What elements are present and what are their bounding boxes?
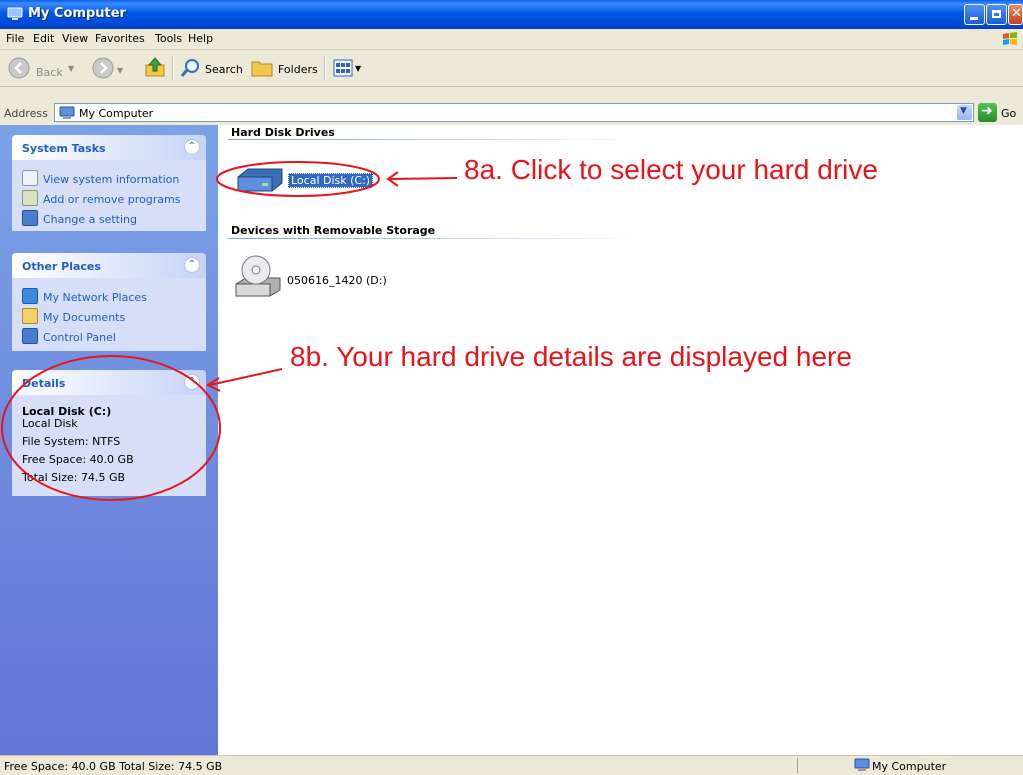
back-button[interactable]: Back ▼: [6, 54, 76, 82]
change-setting-link[interactable]: Change a setting: [22, 210, 137, 226]
network-places-icon: [22, 288, 38, 304]
collapse-icon[interactable]: ⌃: [184, 139, 200, 155]
other-places-title: Other Places: [22, 260, 101, 273]
link-label: Add or remove programs: [43, 193, 181, 206]
link-label: My Network Places: [43, 291, 147, 304]
details-type: Local Disk: [22, 417, 78, 430]
link-label: View system information: [43, 173, 180, 186]
other-places-header[interactable]: Other Places ⌃: [12, 253, 206, 278]
up-folder-button[interactable]: [143, 55, 167, 79]
search-icon: [180, 59, 199, 77]
status-bar: Free Space: 40.0 GB Total Size: 74.5 GB …: [0, 755, 1023, 775]
menu-file[interactable]: File: [6, 32, 24, 45]
task-pane: System Tasks ⌃ View system information A…: [0, 125, 218, 755]
system-tasks-header[interactable]: System Tasks ⌃: [12, 135, 206, 160]
system-tasks-title: System Tasks: [22, 142, 106, 155]
my-documents-link[interactable]: My Documents: [22, 308, 125, 324]
collapse-icon[interactable]: ⌃: [184, 374, 200, 390]
my-computer-icon: [854, 758, 870, 771]
link-label: Change a setting: [43, 213, 137, 226]
close-button[interactable]: ✕: [1008, 4, 1023, 25]
windows-logo-icon: [1003, 32, 1017, 45]
section-divider: [228, 139, 648, 140]
content-area: Hard Disk Drives Local Disk (C:) Devices…: [218, 125, 1023, 755]
status-divider: [797, 758, 798, 773]
section-divider: [228, 238, 648, 239]
address-label: Address: [4, 107, 48, 120]
hard-disk-drives-header: Hard Disk Drives: [231, 126, 335, 139]
go-button[interactable]: ➜: [978, 103, 997, 122]
cd-drive-icon: [235, 255, 281, 297]
go-arrow-icon: ➜: [981, 103, 993, 119]
back-label: Back: [36, 66, 63, 79]
local-disk-c-label: Local Disk (C:): [288, 173, 374, 188]
system-tasks-panel: System Tasks ⌃ View system information A…: [12, 135, 206, 231]
minimize-button[interactable]: [964, 4, 985, 25]
status-text: Free Space: 40.0 GB Total Size: 74.5 GB: [4, 760, 223, 773]
address-bar: Address My Computer ▼ ➜ Go: [0, 102, 1023, 124]
back-arrow-icon: [8, 57, 30, 79]
my-computer-icon: [7, 7, 23, 20]
menu-favorites[interactable]: Favorites: [95, 32, 145, 45]
annotation-8a: 8a. Click to select your hard drive: [464, 154, 878, 185]
link-label: Control Panel: [43, 331, 116, 344]
cd-drive-d-item[interactable]: 050616_1420 (D:): [234, 254, 404, 302]
view-system-info-link[interactable]: View system information: [22, 170, 179, 186]
address-dropdown-button[interactable]: ▼: [957, 105, 972, 120]
search-label: Search: [205, 63, 243, 76]
folders-label: Folders: [278, 63, 318, 76]
details-total-size: Total Size: 74.5 GB: [22, 471, 126, 484]
system-info-icon: [22, 170, 38, 186]
folders-button[interactable]: Folders: [250, 54, 320, 82]
views-icon: [333, 59, 353, 77]
views-dropdown-icon: ▼: [355, 64, 362, 73]
address-input[interactable]: My Computer ▼: [54, 103, 974, 122]
toolbar-separator: [324, 56, 326, 80]
control-panel-icon: [22, 328, 38, 344]
search-button[interactable]: Search: [178, 54, 246, 82]
link-label: My Documents: [43, 311, 126, 324]
toolbar-separator: [172, 56, 174, 80]
programs-icon: [22, 190, 38, 206]
removable-storage-header: Devices with Removable Storage: [231, 224, 436, 237]
back-dropdown-icon[interactable]: ▼: [68, 64, 74, 73]
control-panel-link[interactable]: Control Panel: [22, 328, 116, 344]
documents-icon: [22, 308, 38, 324]
forward-button[interactable]: [92, 57, 114, 79]
menu-view[interactable]: View: [62, 32, 88, 45]
details-header[interactable]: Details ⌃: [12, 370, 206, 395]
window-title: My Computer: [28, 6, 126, 21]
details-file-system: File System: NTFS: [22, 435, 121, 448]
control-panel-icon: [22, 210, 38, 226]
go-label[interactable]: Go: [1001, 107, 1016, 120]
details-title: Details: [22, 377, 66, 390]
chevron-down-icon: ▼: [960, 106, 967, 116]
add-remove-programs-link[interactable]: Add or remove programs: [22, 190, 181, 206]
annotation-8b: 8b. Your hard drive details are displaye…: [290, 341, 852, 372]
title-bar: My Computer ✕: [0, 0, 1023, 29]
menu-tools[interactable]: Tools: [155, 32, 182, 45]
my-network-places-link[interactable]: My Network Places: [22, 288, 147, 304]
maximize-button[interactable]: [986, 4, 1007, 25]
address-value: My Computer: [79, 107, 154, 120]
close-icon: ✕: [1011, 6, 1022, 21]
hard-drive-icon: [237, 168, 283, 192]
views-button[interactable]: ▼: [331, 56, 365, 80]
folders-icon: [251, 61, 273, 77]
details-panel: Details ⌃ Local Disk (C:) Local Disk Fil…: [12, 370, 206, 496]
local-disk-c-item[interactable]: Local Disk (C:): [232, 165, 378, 195]
menu-bar: File Edit View Favorites Tools Help: [0, 29, 1023, 50]
collapse-icon[interactable]: ⌃: [184, 257, 200, 273]
toolbar: Back ▼ ▼ Search Folders ▼: [0, 50, 1023, 87]
status-location: My Computer: [872, 760, 947, 773]
menu-help[interactable]: Help: [188, 32, 213, 45]
cd-drive-d-label: 050616_1420 (D:): [287, 274, 387, 287]
forward-dropdown-icon[interactable]: ▼: [117, 66, 123, 75]
details-free-space: Free Space: 40.0 GB: [22, 453, 134, 466]
other-places-panel: Other Places ⌃ My Network Places My Docu…: [12, 253, 206, 351]
menu-edit[interactable]: Edit: [33, 32, 54, 45]
my-computer-icon: [59, 106, 75, 119]
